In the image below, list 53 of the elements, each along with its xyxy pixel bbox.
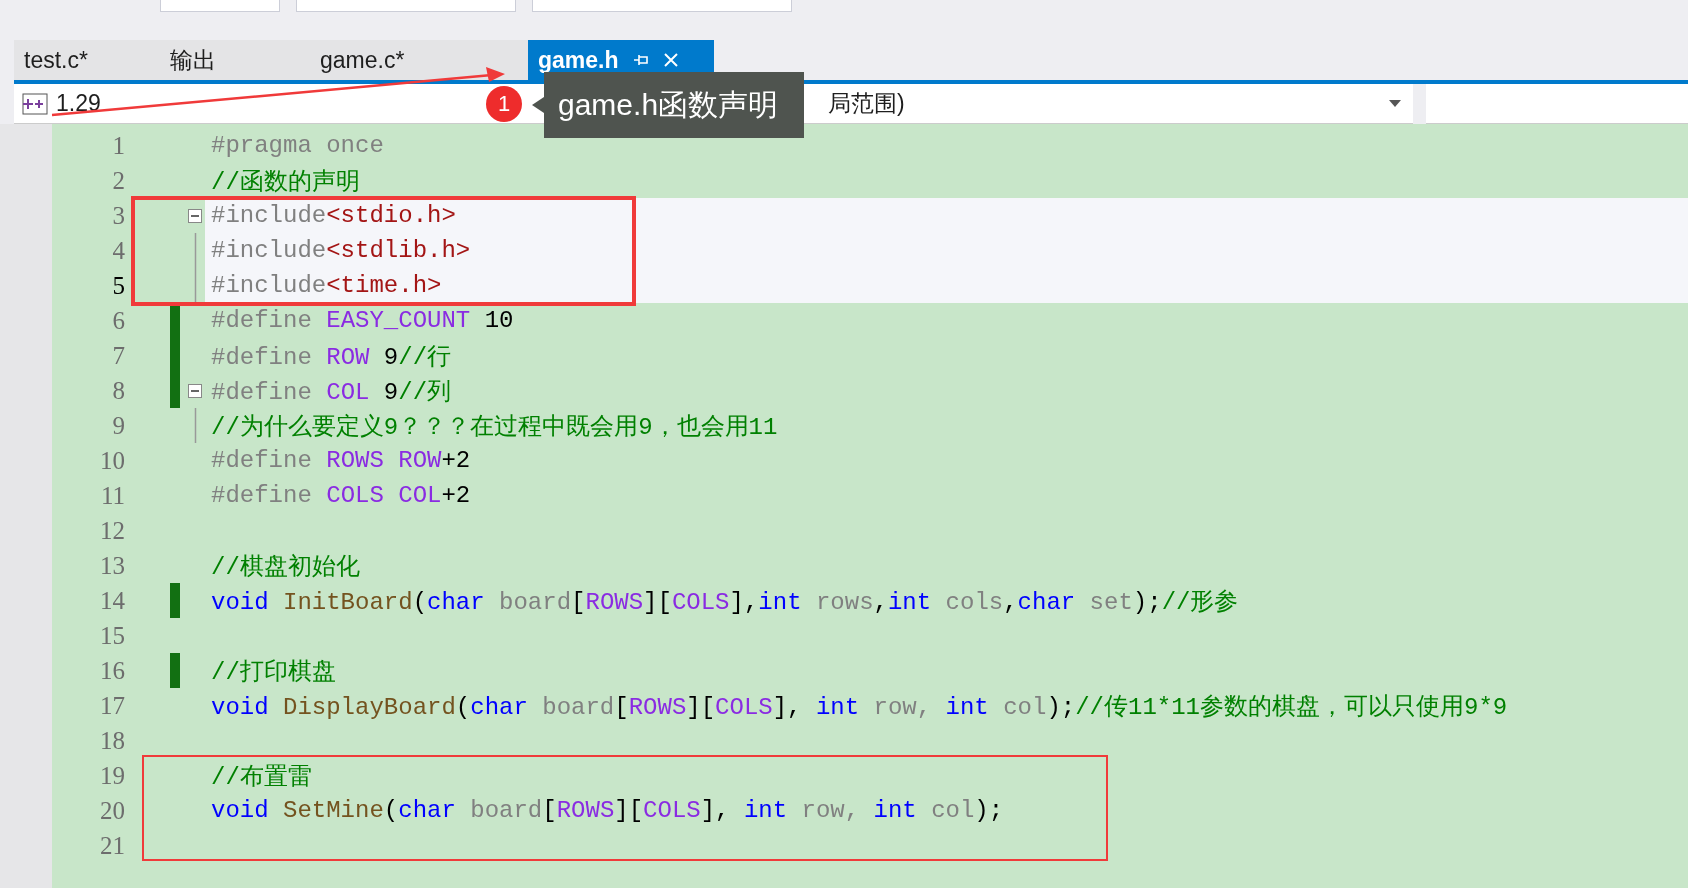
line-number: 21 bbox=[99, 831, 125, 860]
collapse-icon[interactable] bbox=[188, 383, 202, 398]
code-line: #define ROW 9//行 bbox=[211, 342, 452, 372]
line-number: 13 bbox=[99, 551, 125, 580]
file-tab[interactable]: game.c* bbox=[310, 40, 528, 80]
line-number: 15 bbox=[99, 621, 125, 650]
pin-icon[interactable] bbox=[632, 52, 649, 68]
line-number: 4 bbox=[111, 236, 125, 265]
line-number: 17 bbox=[99, 691, 125, 720]
code-line: //为什么要定义9？？？在过程中既会用9，也会用11 bbox=[211, 412, 778, 442]
tooltip: game.h函数声明 bbox=[544, 72, 805, 138]
project-icon bbox=[22, 92, 48, 115]
file-tab[interactable]: test.c* bbox=[14, 40, 160, 80]
project-dropdown[interactable]: 1.29 bbox=[14, 84, 490, 124]
code-line: void InitBoard(char board[ROWS][COLS],int rows,int cols,char set);//形参 bbox=[211, 587, 1239, 617]
line-number: 3 bbox=[111, 201, 125, 230]
code-line: #pragma once bbox=[211, 132, 384, 159]
toolbar-field[interactable] bbox=[160, 0, 280, 12]
line-number: 9 bbox=[111, 411, 125, 440]
toolbar-field[interactable] bbox=[532, 0, 792, 12]
line-number: 20 bbox=[99, 796, 125, 825]
close-icon[interactable] bbox=[662, 52, 679, 68]
code-line: //打印棋盘 bbox=[211, 657, 336, 687]
code-line: //棋盘初始化 bbox=[211, 552, 360, 582]
line-number: 6 bbox=[111, 306, 125, 335]
code-line: //布置雷 bbox=[211, 762, 312, 792]
collapse-icon[interactable] bbox=[188, 208, 202, 223]
line-number: 11 bbox=[99, 481, 125, 510]
tooltip-pointer bbox=[532, 97, 544, 113]
code-line: //函数的声明 bbox=[211, 167, 360, 197]
line-number: 5 bbox=[111, 271, 125, 300]
line-number: 18 bbox=[99, 726, 125, 755]
line-number: 1 bbox=[111, 131, 125, 160]
code-line: #include<time.h> bbox=[211, 272, 442, 299]
code-line: #include<stdlib.h> bbox=[211, 237, 471, 264]
code-line: #define EASY_COUNT 10 bbox=[211, 307, 514, 334]
code-line: #define ROWS ROW+2 bbox=[211, 447, 471, 474]
line-number: 8 bbox=[111, 376, 125, 405]
code-line: #define COL 9//列 bbox=[211, 377, 452, 407]
line-number: 7 bbox=[111, 341, 125, 370]
code-line: void DisplayBoard(char board[ROWS][COLS], int row, int col);//传11*11参数的棋盘，可以只使用9*9 bbox=[211, 692, 1508, 722]
line-number: 10 bbox=[99, 446, 125, 475]
file-tab[interactable]: 输出 bbox=[160, 40, 310, 80]
line-number: 2 bbox=[111, 166, 125, 195]
toolbar-field[interactable] bbox=[296, 0, 516, 12]
line-number: 16 bbox=[99, 656, 125, 685]
code-line: #define COLS COL+2 bbox=[211, 482, 471, 509]
code-line: #include<stdio.h> bbox=[211, 202, 456, 229]
line-number: 12 bbox=[99, 516, 125, 545]
caret-icon bbox=[1389, 100, 1401, 107]
code-line: void SetMine(char board[ROWS][COLS], int row, int col); bbox=[211, 797, 1004, 824]
line-number: 19 bbox=[99, 761, 125, 790]
line-number: 14 bbox=[99, 586, 125, 615]
